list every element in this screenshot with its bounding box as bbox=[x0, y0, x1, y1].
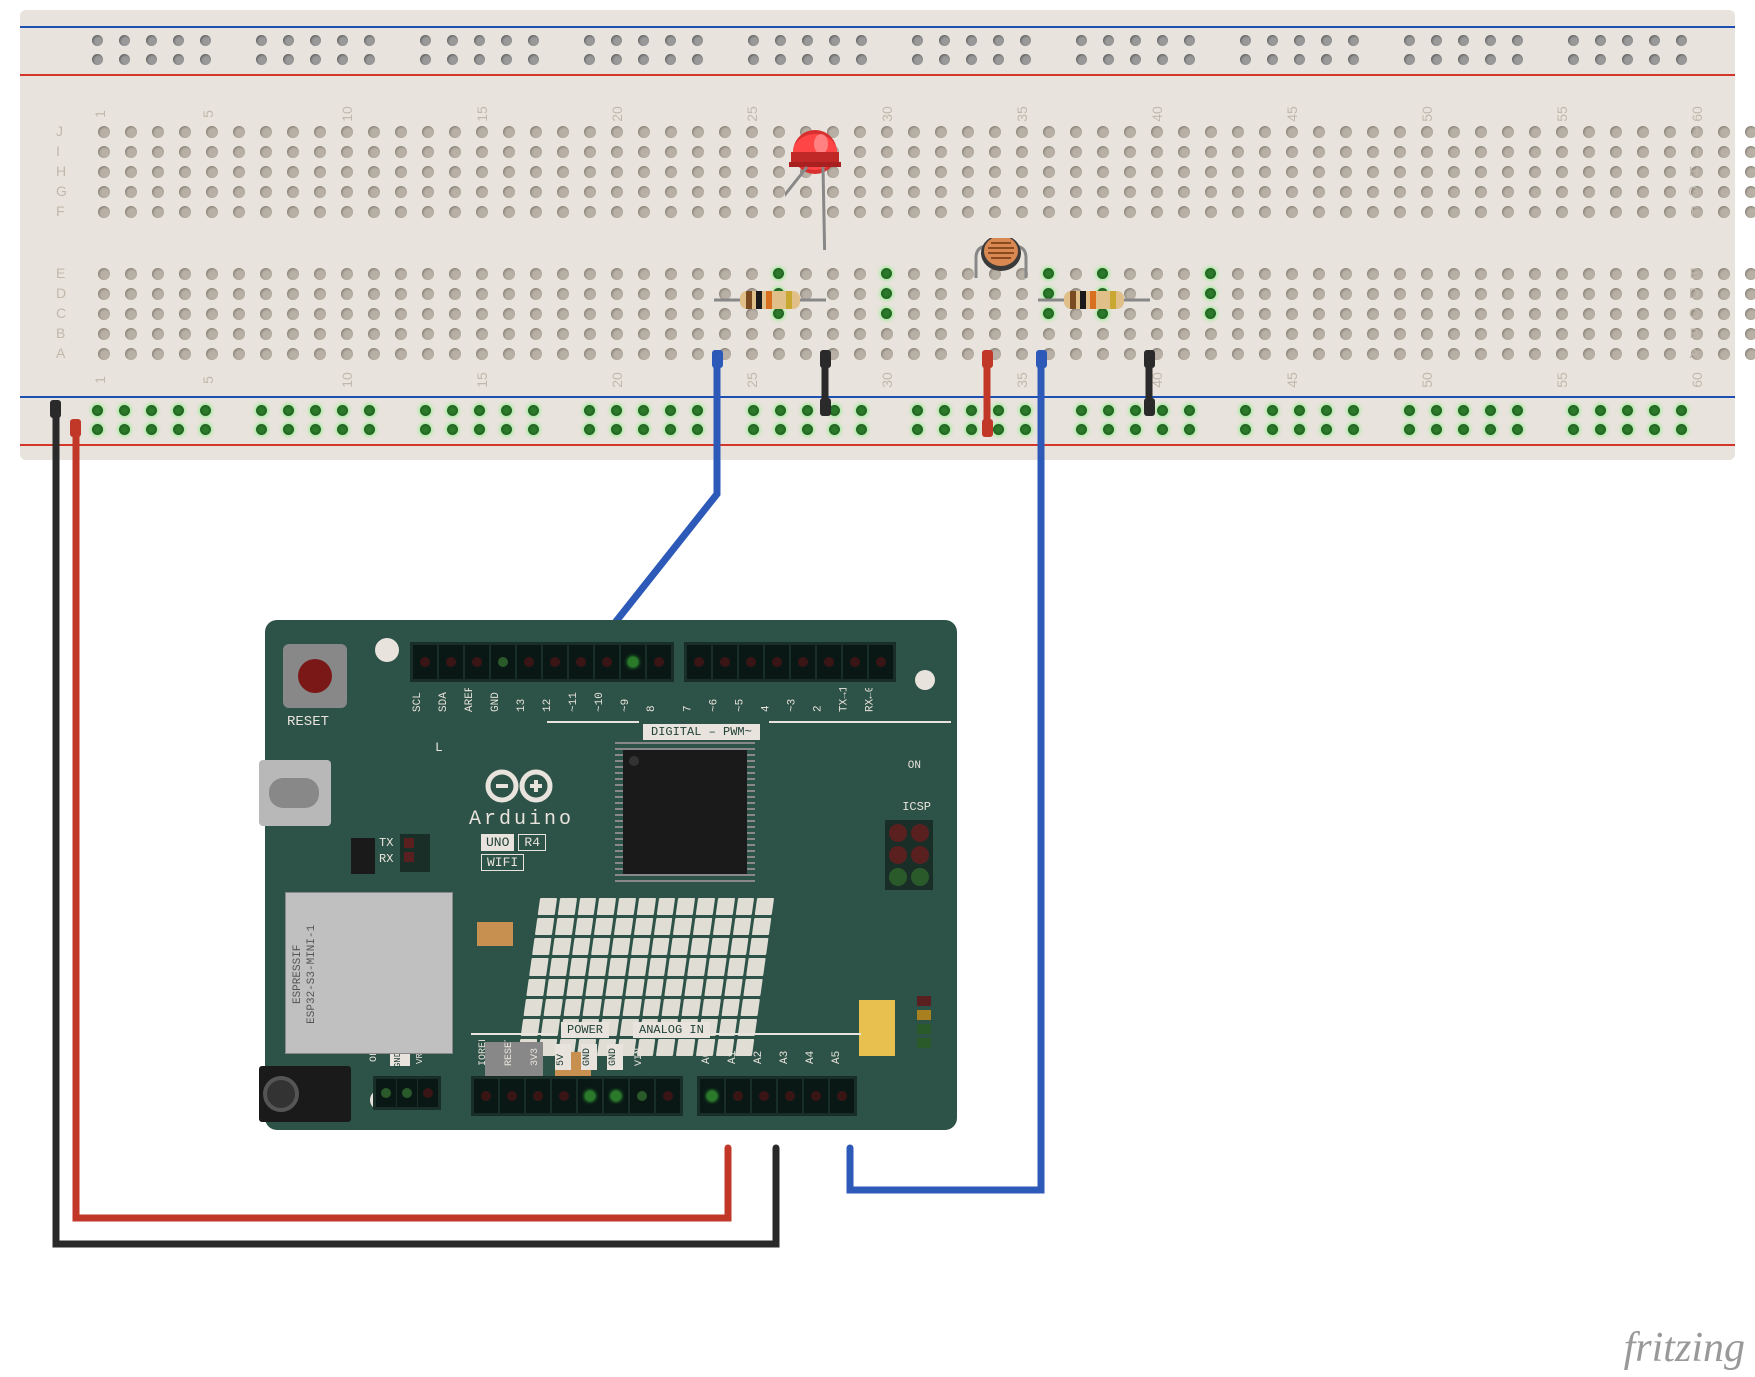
pin-9[interactable] bbox=[621, 645, 645, 679]
svg-text:A1: A1 bbox=[727, 1050, 739, 1064]
connector bbox=[1144, 398, 1155, 416]
svg-text:AREF: AREF bbox=[464, 688, 476, 712]
reset-button[interactable] bbox=[283, 644, 347, 708]
svg-text:GND: GND bbox=[608, 1048, 619, 1066]
pin-gnd[interactable] bbox=[604, 1079, 628, 1113]
icsp-label: ICSP bbox=[902, 800, 931, 814]
svg-text:3V3: 3V3 bbox=[530, 1048, 541, 1066]
svg-text:OFF: OFF bbox=[369, 1054, 380, 1062]
led-red bbox=[785, 130, 845, 255]
connector bbox=[1144, 350, 1155, 368]
microcontroller-chip bbox=[623, 750, 747, 874]
svg-text:RESET: RESET bbox=[504, 1040, 515, 1066]
svg-text:4: 4 bbox=[760, 705, 772, 712]
pin-a0[interactable] bbox=[700, 1079, 724, 1113]
svg-text:A2: A2 bbox=[753, 1051, 765, 1064]
svg-text:A4: A4 bbox=[805, 1050, 817, 1064]
svg-text:~3: ~3 bbox=[786, 699, 798, 712]
svg-text:2: 2 bbox=[812, 705, 824, 712]
arduino-uno-r4-wifi: RESET SCL SDA AREF GND 13 12 ~11 ~10 bbox=[265, 620, 957, 1130]
svg-text:GND: GND bbox=[393, 1054, 403, 1068]
l-label: L bbox=[435, 740, 443, 755]
arduino-title: Arduino bbox=[469, 808, 574, 831]
svg-text:VIN: VIN bbox=[634, 1048, 645, 1066]
rev-label: R4 bbox=[518, 834, 546, 851]
svg-text:A0: A0 bbox=[701, 1051, 713, 1064]
svg-text:5V: 5V bbox=[556, 1054, 567, 1066]
svg-text:VRTC: VRTC bbox=[415, 1054, 425, 1064]
connector bbox=[820, 398, 831, 416]
svg-text:~11: ~11 bbox=[568, 692, 580, 712]
connector bbox=[1036, 350, 1047, 368]
svg-text:RX←0: RX←0 bbox=[864, 688, 876, 712]
model-label: UNO bbox=[481, 834, 514, 851]
resistor-1 bbox=[710, 288, 830, 317]
fritzing-watermark: fritzing bbox=[1624, 1324, 1745, 1372]
svg-text:~9: ~9 bbox=[620, 699, 632, 712]
connector bbox=[70, 419, 81, 437]
svg-text:SCL: SCL bbox=[412, 692, 424, 712]
on-label: ON bbox=[908, 760, 921, 772]
svg-text:SDA: SDA bbox=[438, 692, 450, 712]
svg-text:~6: ~6 bbox=[708, 699, 720, 712]
pin-5v[interactable] bbox=[578, 1079, 602, 1113]
esp-title: ESPRESSIF bbox=[292, 924, 306, 1023]
svg-text:GND: GND bbox=[582, 1048, 593, 1066]
usb-c-port bbox=[259, 760, 331, 826]
svg-text:8: 8 bbox=[646, 705, 658, 712]
variant-label: WIFI bbox=[481, 854, 524, 871]
svg-text:13: 13 bbox=[516, 699, 528, 712]
svg-text:~10: ~10 bbox=[594, 692, 606, 712]
svg-text:IOREF: IOREF bbox=[478, 1040, 489, 1066]
svg-text:TX→1: TX→1 bbox=[838, 688, 850, 712]
arduino-logo-icon bbox=[485, 768, 553, 804]
photoresistor bbox=[966, 238, 1036, 293]
digital-label: DIGITAL – PWM~ bbox=[643, 724, 760, 740]
dc-barrel-jack bbox=[259, 1066, 351, 1122]
svg-text:12: 12 bbox=[542, 699, 554, 712]
svg-text:A3: A3 bbox=[779, 1051, 791, 1064]
tx-label: TX bbox=[379, 836, 393, 850]
svg-text:GND: GND bbox=[490, 692, 502, 712]
svg-text:~5: ~5 bbox=[734, 699, 746, 712]
rx-label: RX bbox=[379, 852, 393, 866]
resistor-2 bbox=[1034, 288, 1154, 317]
svg-text:A5: A5 bbox=[831, 1051, 843, 1064]
reset-label: RESET bbox=[287, 714, 329, 730]
breadboard: 151015202530354045505560 151015202530354… bbox=[20, 10, 1735, 460]
connector bbox=[50, 400, 61, 418]
connector bbox=[982, 350, 993, 368]
connector bbox=[820, 350, 831, 368]
esp-model: ESP32-S3-MINI-1 bbox=[306, 924, 320, 1023]
connector bbox=[712, 350, 723, 368]
connector bbox=[982, 419, 993, 437]
svg-text:7: 7 bbox=[682, 705, 694, 712]
